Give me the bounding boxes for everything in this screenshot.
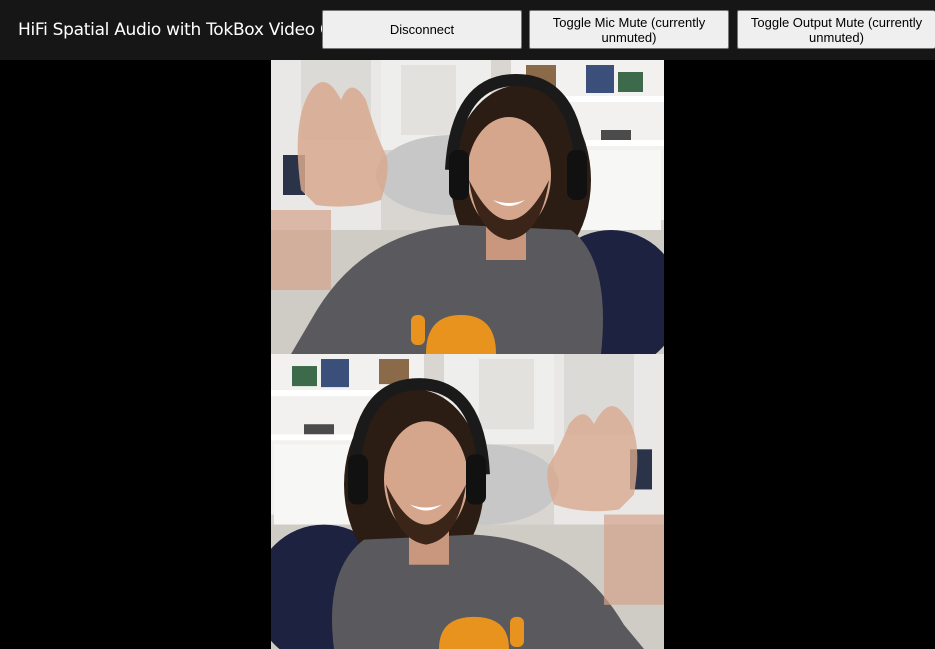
toggle-mic-mute-button[interactable]: Toggle Mic Mute (currently unmuted) (529, 10, 729, 49)
local-participant-video (271, 60, 664, 354)
remote-participant-video (271, 354, 664, 649)
toggle-output-mute-button[interactable]: Toggle Output Mute (currently unmuted) (737, 10, 935, 49)
video-frame-local (271, 60, 664, 354)
app-title: HiFi Spatial Audio with TokBox Video Cha… (18, 20, 359, 40)
disconnect-button[interactable]: Disconnect (322, 10, 522, 49)
video-frame-remote (271, 354, 664, 649)
top-bar: HiFi Spatial Audio with TokBox Video Cha… (0, 0, 935, 60)
